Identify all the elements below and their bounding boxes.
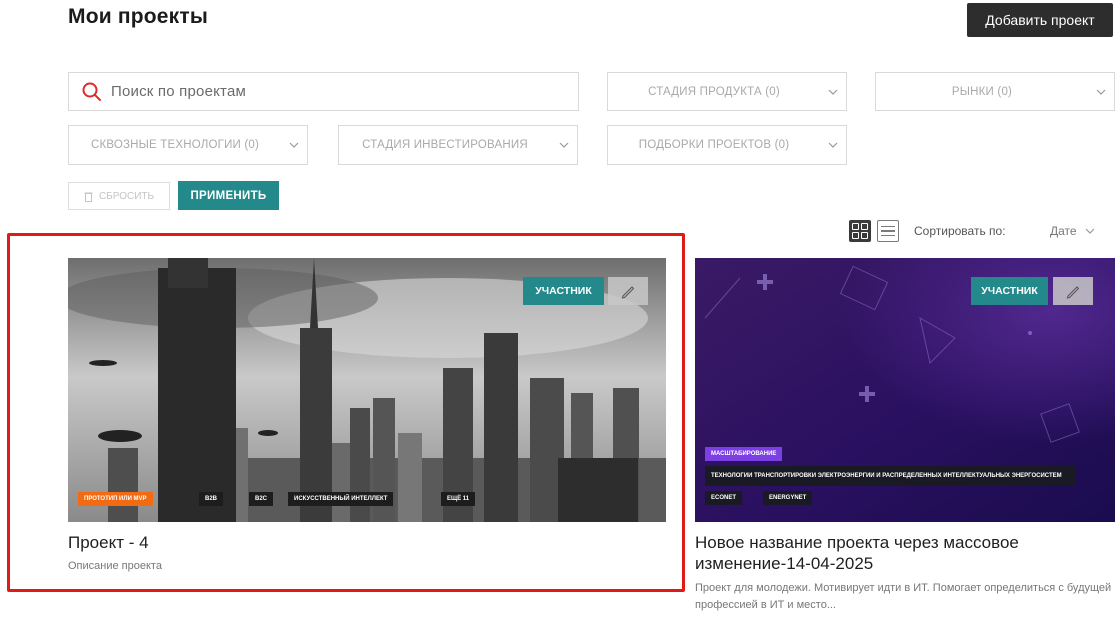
investment-stage-label: СТАДИЯ ИНВЕСТИРОВАНИЯ	[362, 139, 528, 151]
tag: ПРОТОТИП ИЛИ MVP	[78, 492, 153, 506]
sort-value: Дате	[1050, 224, 1077, 238]
project-title[interactable]: Проект - 4	[68, 532, 658, 553]
tag: B2B	[199, 492, 224, 506]
tag-more[interactable]: ЕЩЁ 11	[441, 492, 476, 506]
markets-select-label: РЫНКИ (0)	[951, 85, 1013, 98]
chevron-down-icon	[1088, 86, 1114, 98]
list-view-icon[interactable]	[877, 220, 899, 242]
chevron-down-icon	[820, 139, 846, 151]
collections-select-label: ПОДБОРКИ ПРОЕКТОВ (0)	[638, 139, 790, 151]
project-card-image[interactable]: УЧАСТНИК МАСШТАБИРОВАНИЕ ТЕХНОЛОГИИ ТРАН…	[695, 258, 1115, 522]
project-description: Описание проекта	[68, 560, 162, 572]
role-badge: УЧАСТНИК	[523, 277, 604, 305]
tag: ENERGYNET	[763, 491, 813, 505]
tag: B2C	[249, 492, 274, 506]
search-input[interactable]: Поиск по проектам	[68, 72, 579, 111]
collections-select[interactable]: ПОДБОРКИ ПРОЕКТОВ (0)	[607, 125, 847, 165]
markets-select[interactable]: РЫНКИ (0)	[875, 72, 1115, 111]
pencil-icon	[621, 286, 635, 299]
technologies-select-label: СКВОЗНЫЕ ТЕХНОЛОГИИ (0)	[90, 139, 260, 151]
project-description: Проект для молодежи. Мотивирует идти в И…	[695, 582, 1112, 611]
grid-view-icon[interactable]	[849, 220, 871, 242]
sort-label: Сортировать по:	[914, 224, 1006, 238]
project-card-image[interactable]: УЧАСТНИК ПРОТОТИП ИЛИ MVP B2B B2C ИСКУСС…	[68, 258, 666, 522]
page-title: Мои проекты	[68, 5, 209, 28]
search-icon	[82, 82, 101, 101]
chevron-down-icon	[820, 86, 846, 98]
tag: МАСШТАБИРОВАНИЕ	[705, 447, 783, 461]
role-badge: УЧАСТНИК	[971, 277, 1048, 305]
trash-icon	[84, 192, 93, 202]
edit-button[interactable]	[608, 277, 648, 305]
pencil-icon	[1066, 286, 1080, 299]
stage-select[interactable]: СТАДИЯ ПРОДУКТА (0)	[607, 72, 847, 111]
investment-stage-select[interactable]: СТАДИЯ ИНВЕСТИРОВАНИЯ	[338, 125, 578, 165]
chevron-down-icon	[1085, 228, 1095, 234]
edit-button[interactable]	[1053, 277, 1093, 305]
tag: ИСКУССТВЕННЫЙ ИНТЕЛЛЕКТ	[288, 492, 394, 506]
technologies-select[interactable]: СКВОЗНЫЕ ТЕХНОЛОГИИ (0)	[68, 125, 308, 165]
apply-button[interactable]: ПРИМЕНИТЬ	[178, 181, 279, 210]
tag: ECONET	[705, 491, 743, 505]
search-placeholder: Поиск по проектам	[111, 83, 247, 100]
reset-button-label: СБРОСИТЬ	[98, 190, 155, 202]
project-title[interactable]: Новое название проекта через массовое из…	[695, 532, 1110, 574]
stage-select-label: СТАДИЯ ПРОДУКТА (0)	[648, 85, 780, 98]
sort-select[interactable]: Дате	[1050, 224, 1095, 238]
chevron-down-icon	[281, 139, 307, 151]
chevron-down-icon	[551, 139, 577, 151]
tag: ТЕХНОЛОГИИ ТРАНСПОРТИРОВКИ ЭЛЕКТРОЭНЕРГИ…	[705, 466, 1075, 486]
reset-button[interactable]: СБРОСИТЬ	[68, 182, 170, 210]
add-project-button[interactable]: Добавить проект	[967, 3, 1113, 37]
